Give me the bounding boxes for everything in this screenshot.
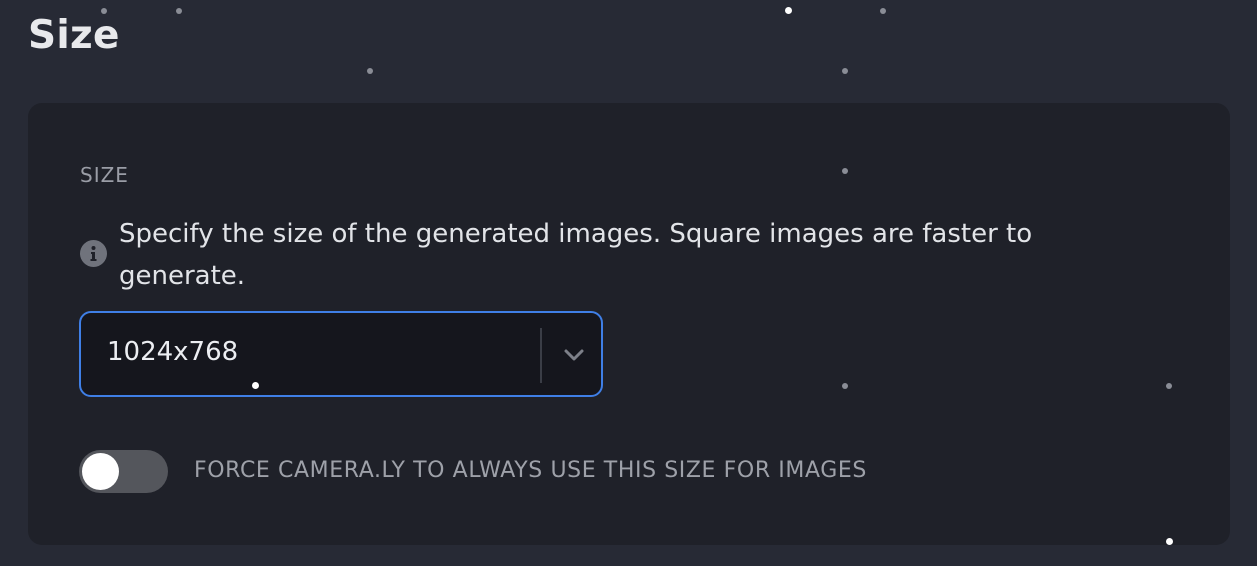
decorative-dot xyxy=(176,8,182,14)
decorative-dot xyxy=(1166,383,1172,389)
size-settings-card: SIZE Specify the size of the generated i… xyxy=(28,103,1230,545)
size-select[interactable]: 1024x768 xyxy=(79,311,603,397)
decorative-dot xyxy=(367,68,373,74)
decorative-dot xyxy=(842,68,848,74)
decorative-dot xyxy=(252,382,259,389)
toggle-knob xyxy=(82,453,119,490)
force-size-toggle-label: FORCE CAMERA.LY TO ALWAYS USE THIS SIZE … xyxy=(194,458,867,483)
size-description: Specify the size of the generated images… xyxy=(119,219,1033,291)
section-label: SIZE xyxy=(80,163,129,187)
settings-page: Size SIZE Specify the size of the genera… xyxy=(0,0,1257,566)
decorative-dot xyxy=(842,168,848,174)
select-divider xyxy=(540,328,542,383)
info-icon xyxy=(80,240,107,267)
decorative-dot xyxy=(880,8,886,14)
decorative-dot xyxy=(785,7,792,14)
size-select-value: 1024x768 xyxy=(107,337,239,367)
force-size-toggle[interactable] xyxy=(79,450,168,493)
chevron-down-icon[interactable] xyxy=(561,343,587,367)
decorative-dot xyxy=(101,8,107,14)
decorative-dot xyxy=(1166,538,1173,545)
decorative-dot xyxy=(842,383,848,389)
page-title: Size xyxy=(28,13,120,58)
